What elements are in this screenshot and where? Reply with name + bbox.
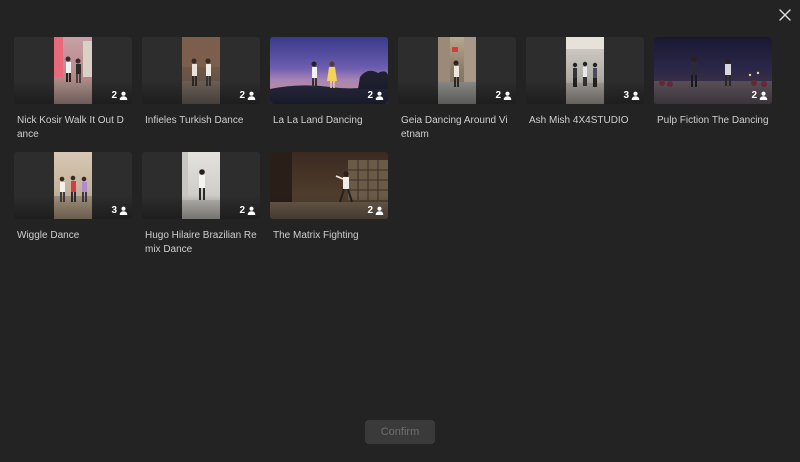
template-thumbnail: 2	[270, 37, 388, 104]
person-icon	[503, 91, 512, 100]
people-count-value: 2	[495, 90, 501, 101]
template-thumbnail: 3	[526, 37, 644, 104]
person-icon	[375, 91, 384, 100]
template-title: Infieles Turkish Dance	[145, 115, 244, 126]
close-button[interactable]	[776, 6, 794, 24]
template-card[interactable]: 2 Nick Kosir Walk It Out Dance	[14, 37, 132, 152]
template-card[interactable]: 2 Pulp Fiction The Dancing	[654, 37, 772, 152]
template-thumbnail: 2	[654, 37, 772, 104]
people-count-value: 2	[751, 90, 757, 101]
template-card[interactable]: 2 Infieles Turkish Dance	[142, 37, 260, 152]
template-thumbnail: 2	[270, 152, 388, 219]
people-count: 2	[239, 205, 256, 216]
person-icon	[631, 91, 640, 100]
people-count: 2	[751, 90, 768, 101]
close-icon	[779, 9, 791, 21]
template-thumbnail: 2	[142, 37, 260, 104]
people-count-value: 2	[111, 90, 117, 101]
template-card[interactable]: 3 Ash Mish 4X4STUDIO	[526, 37, 644, 152]
template-card[interactable]: 2 The Matrix Fighting	[270, 152, 388, 267]
people-count: 2	[367, 205, 384, 216]
people-count: 2	[367, 90, 384, 101]
template-card[interactable]: 2 Hugo Hilaire Brazilian Remix Dance	[142, 152, 260, 267]
people-count-value: 2	[239, 90, 245, 101]
people-count-value: 2	[367, 205, 373, 216]
person-icon	[119, 206, 128, 215]
template-grid: 2 Nick Kosir Walk It Out Dance 2 Infiele…	[14, 37, 772, 267]
people-count-value: 2	[367, 90, 373, 101]
people-count: 3	[111, 205, 128, 216]
template-title: Hugo Hilaire Brazilian Remix Dance	[145, 230, 257, 255]
person-icon	[119, 91, 128, 100]
template-card[interactable]: 2 La La Land Dancing	[270, 37, 388, 152]
template-title: Geia Dancing Around Vietnam	[401, 115, 508, 140]
people-count: 2	[239, 90, 256, 101]
person-icon	[247, 91, 256, 100]
template-title: La La Land Dancing	[273, 115, 363, 126]
confirm-button[interactable]: Confirm	[365, 420, 435, 444]
template-picker-dialog: 2 Nick Kosir Walk It Out Dance 2 Infiele…	[0, 0, 800, 462]
people-count: 3	[623, 90, 640, 101]
people-count: 2	[495, 90, 512, 101]
template-title: Wiggle Dance	[17, 230, 80, 241]
template-title: Nick Kosir Walk It Out Dance	[17, 115, 124, 140]
people-count-value: 2	[239, 205, 245, 216]
template-title: Pulp Fiction The Dancing	[657, 115, 769, 126]
template-card[interactable]: 3 Wiggle Dance	[14, 152, 132, 267]
template-thumbnail: 2	[14, 37, 132, 104]
people-count-value: 3	[623, 90, 629, 101]
people-count: 2	[111, 90, 128, 101]
person-icon	[759, 91, 768, 100]
template-thumbnail: 3	[14, 152, 132, 219]
person-icon	[375, 206, 384, 215]
template-thumbnail: 2	[142, 152, 260, 219]
template-card[interactable]: 2 Geia Dancing Around Vietnam	[398, 37, 516, 152]
template-title: The Matrix Fighting	[273, 230, 359, 241]
people-count-value: 3	[111, 205, 117, 216]
person-icon	[247, 206, 256, 215]
template-title: Ash Mish 4X4STUDIO	[529, 115, 629, 126]
template-thumbnail: 2	[398, 37, 516, 104]
